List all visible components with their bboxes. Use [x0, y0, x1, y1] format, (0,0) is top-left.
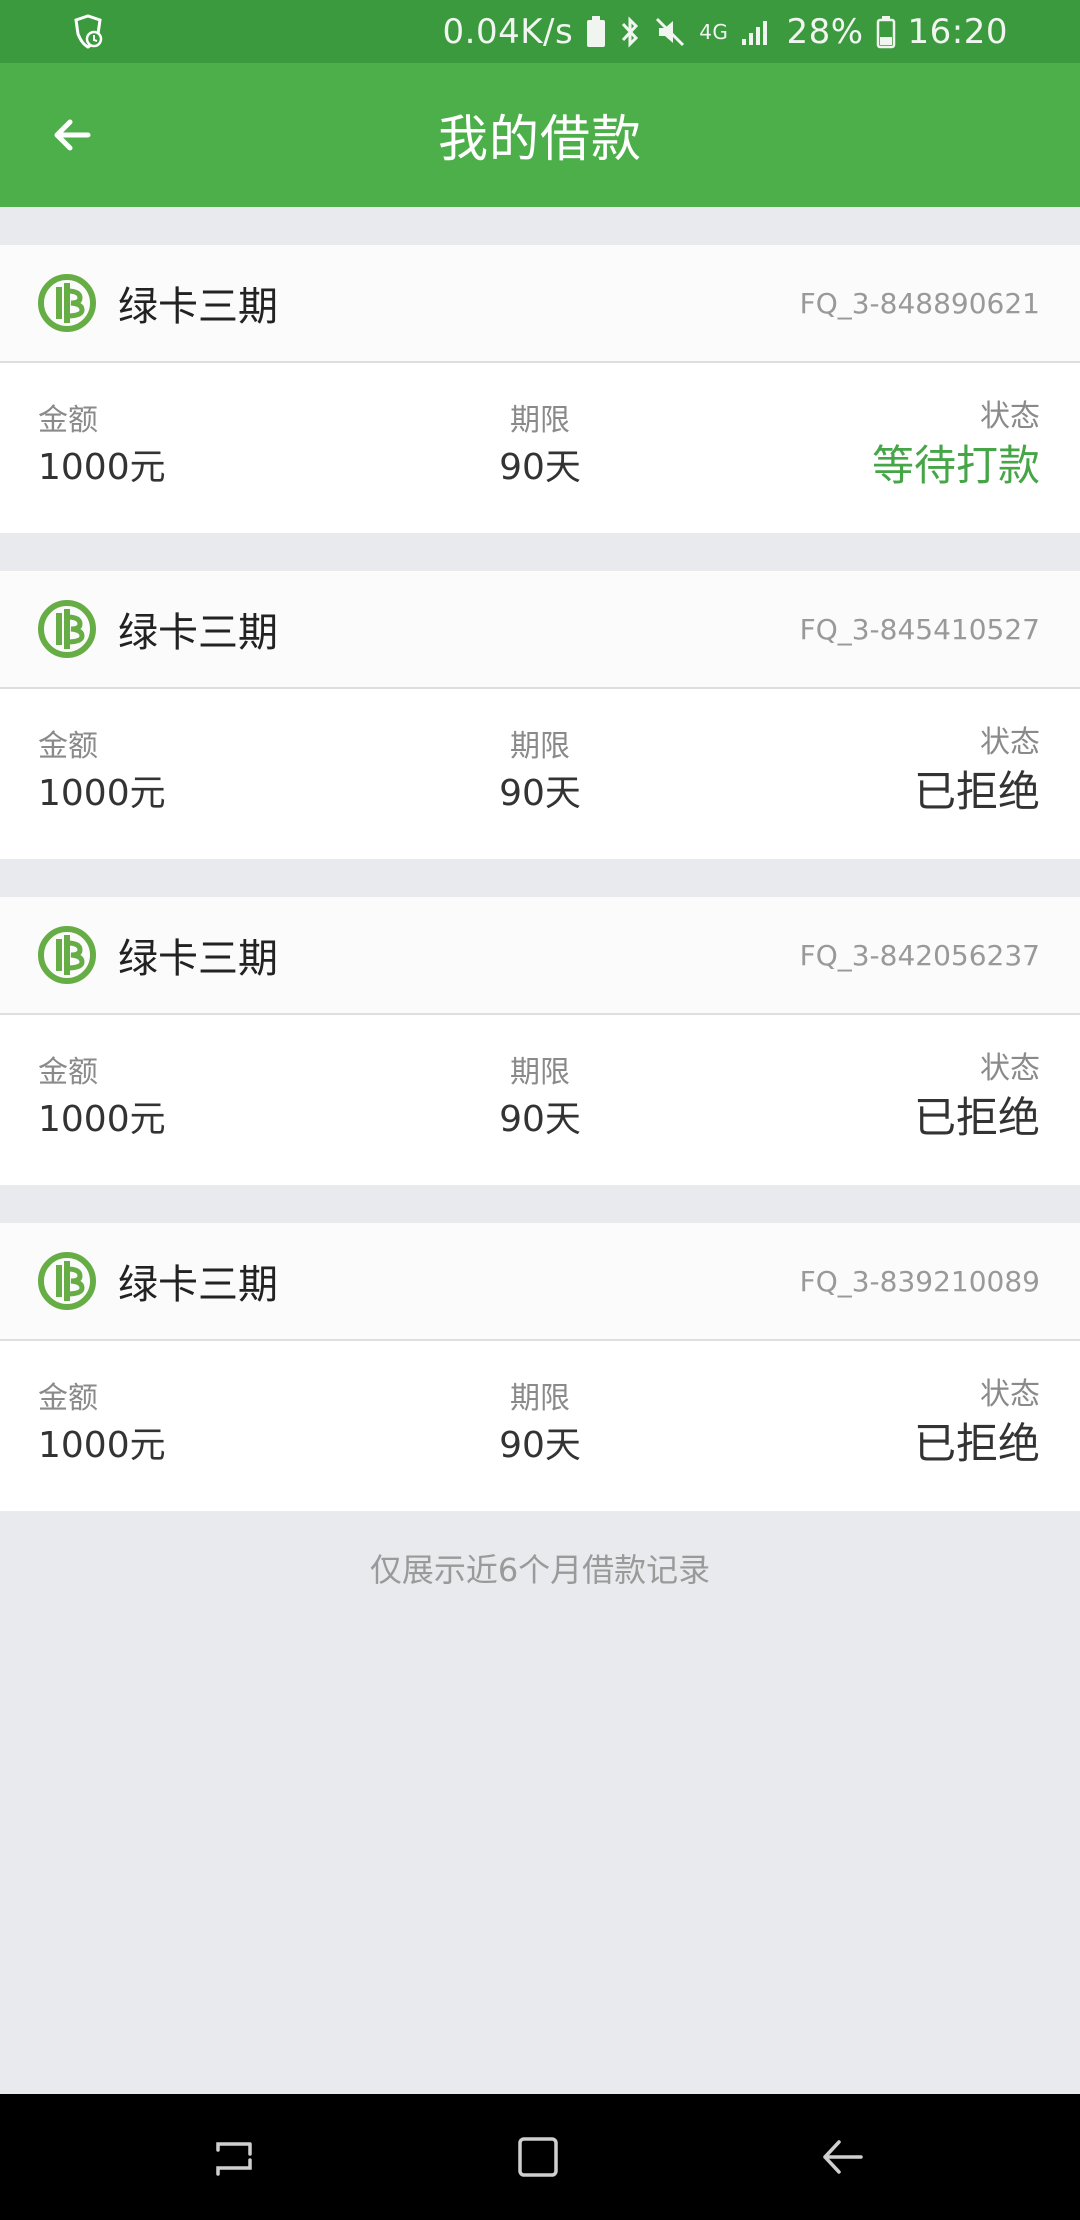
battery-percent: 28%	[786, 11, 864, 52]
clock: 16:20	[907, 11, 1008, 52]
nav-back-button[interactable]	[812, 2127, 872, 2187]
status-label: 状态	[980, 1051, 1040, 1086]
back-icon	[823, 2140, 863, 2174]
order-id: FQ_3-842056237	[799, 938, 1040, 972]
status-column: 状态 已拒绝	[914, 1375, 1040, 1471]
greencard-logo-icon	[38, 274, 96, 332]
status-bar: 0.04K/s 4G 28% 16:20	[0, 0, 1080, 63]
bluetooth-icon	[619, 12, 641, 52]
loan-card[interactable]: 绿卡三期 FQ_3-842056237 金额 1000元 期限 90天 状态 已…	[0, 897, 1080, 1185]
battery-icon	[876, 12, 896, 52]
greencard-logo-icon	[38, 600, 96, 658]
loan-card-body: 金额 1000元 期限 90天 状态 已拒绝	[0, 689, 1080, 859]
history-footnote: 仅展示近6个月借款记录	[369, 1551, 711, 1589]
back-button[interactable]	[30, 99, 114, 171]
loan-card-header: 绿卡三期 FQ_3-842056237	[0, 897, 1080, 1015]
system-nav-bar	[0, 2094, 1080, 2220]
status-value: 已拒绝	[913, 1419, 1040, 1468]
order-id: FQ_3-845410527	[799, 612, 1040, 646]
signal-strength-icon	[740, 12, 774, 52]
product-name: 绿卡三期	[118, 1262, 278, 1308]
product-name: 绿卡三期	[118, 936, 278, 982]
signal-type-label: 4G	[699, 19, 729, 44]
order-id: FQ_3-848890621	[799, 286, 1040, 320]
recents-icon	[216, 2142, 252, 2176]
loan-card-body: 金额 1000元 期限 90天 状态 已拒绝	[0, 1341, 1080, 1511]
status-label: 状态	[980, 399, 1040, 434]
home-button[interactable]	[508, 2127, 568, 2187]
loan-list: 绿卡三期 FQ_3-848890621 金额 1000元 期限 90天 状态 等…	[0, 207, 1080, 1591]
status-value: 已拒绝	[913, 767, 1040, 816]
status-column: 状态 已拒绝	[914, 1049, 1040, 1145]
greencard-logo-icon	[38, 1252, 96, 1310]
status-value: 等待打款	[871, 441, 1040, 490]
loan-card-header: 绿卡三期 FQ_3-845410527	[0, 571, 1080, 689]
status-column: 状态 等待打款	[872, 397, 1040, 493]
mute-icon	[653, 12, 687, 52]
loan-card[interactable]: 绿卡三期 FQ_3-839210089 金额 1000元 期限 90天 状态 已…	[0, 1223, 1080, 1511]
loan-card-header: 绿卡三期 FQ_3-848890621	[0, 245, 1080, 363]
status-column: 状态 已拒绝	[914, 723, 1040, 819]
app-bar: 我的借款	[0, 63, 1080, 207]
greencard-logo-icon	[38, 926, 96, 984]
recents-button[interactable]	[205, 2127, 265, 2187]
battery-saver-icon	[585, 12, 607, 52]
signal-type-icon: 4G	[699, 12, 728, 52]
loan-card-body: 金额 1000元 期限 90天 状态 等待打款	[0, 363, 1080, 533]
security-shield-icon	[68, 12, 108, 52]
loan-card[interactable]: 绿卡三期 FQ_3-845410527 金额 1000元 期限 90天 状态 已…	[0, 571, 1080, 859]
loan-card[interactable]: 绿卡三期 FQ_3-848890621 金额 1000元 期限 90天 状态 等…	[0, 245, 1080, 533]
loan-card-header: 绿卡三期 FQ_3-839210089	[0, 1223, 1080, 1341]
status-label: 状态	[980, 1377, 1040, 1412]
network-speed: 0.04K/s	[442, 11, 574, 52]
status-value: 已拒绝	[913, 1093, 1040, 1142]
status-label: 状态	[980, 725, 1040, 760]
product-name: 绿卡三期	[118, 284, 278, 330]
order-id: FQ_3-839210089	[799, 1264, 1040, 1298]
arrow-left-icon	[54, 119, 91, 151]
home-icon	[518, 2137, 558, 2177]
product-name: 绿卡三期	[118, 610, 278, 656]
loan-card-body: 金额 1000元 期限 90天 状态 已拒绝	[0, 1015, 1080, 1185]
page-title: 我的借款	[438, 110, 642, 168]
